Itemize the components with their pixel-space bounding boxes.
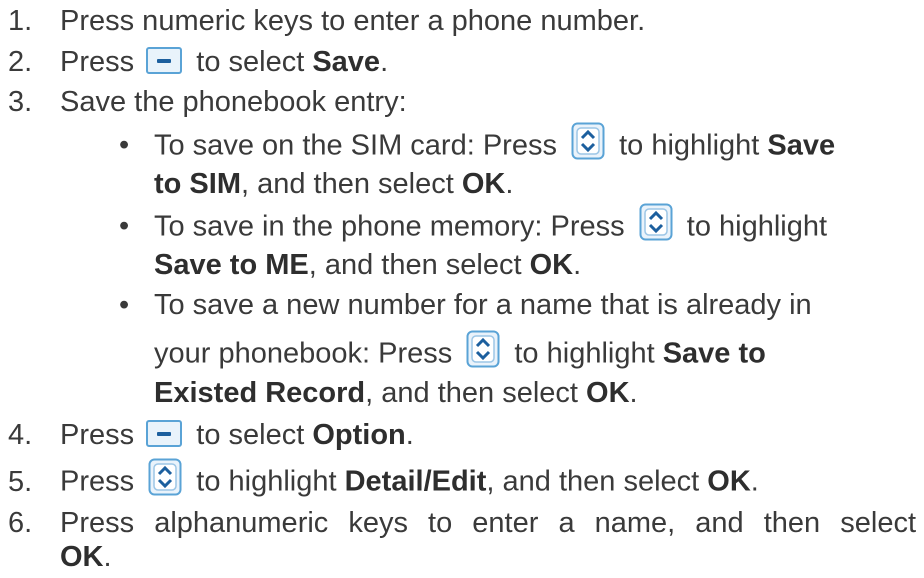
- step-1: 1. Press numeric keys to enter a phone nu…: [8, 4, 645, 38]
- bullet-bold-text: OK: [529, 249, 574, 281]
- step-bold-text: Detail/Edit: [344, 465, 487, 498]
- bullet-2-continued: Save to ME, and then select OK.: [154, 248, 581, 282]
- step-text: Press numeric keys to enter a phone numb…: [60, 5, 646, 37]
- bullet-text: To save a new number for a name that is …: [154, 289, 812, 321]
- bullet-bold-text: Save: [767, 129, 836, 162]
- bullet-text: to highlight: [686, 210, 828, 243]
- bullet-text: .: [573, 249, 582, 281]
- step-number: 1.: [8, 5, 33, 37]
- bullet-text: your phonebook: Press: [154, 337, 453, 370]
- nav-key-icon: [148, 458, 182, 496]
- bullet-text: to highlight: [619, 129, 768, 162]
- step-text: to select: [196, 46, 313, 78]
- bullet-text: to highlight: [514, 337, 663, 370]
- step-text: Save the phonebook entry:: [60, 86, 407, 118]
- soft-key-icon: [146, 419, 183, 447]
- bullet-text: , and then select: [308, 249, 530, 281]
- step-bold-text: OK: [707, 465, 751, 498]
- soft-key-icon: [146, 46, 183, 74]
- bullet-text: .: [629, 377, 638, 409]
- step-text: .: [750, 465, 759, 498]
- bullet-mark: •: [119, 289, 130, 321]
- step-text: .: [380, 46, 389, 78]
- step-number: 3.: [8, 86, 33, 118]
- step-6: 6. Press alphanumeric keys to enter a nam…: [8, 506, 916, 540]
- bullet-3-line-2: your phonebook: Press to highlight Save …: [154, 330, 766, 374]
- bullet-bold-text: OK: [586, 377, 630, 409]
- bullet-1-continued: to SIM, and then select OK.: [154, 167, 513, 201]
- step-text: to highlight: [196, 465, 345, 498]
- bullet-bold-text: Save to ME: [154, 249, 309, 281]
- step-text: .: [103, 541, 112, 573]
- bullet-text: .: [505, 168, 514, 200]
- bullet-bold-text: OK: [461, 168, 506, 200]
- step-text: .: [405, 419, 414, 451]
- step-6-continued: OK.: [60, 540, 112, 574]
- nav-key-icon: [571, 122, 605, 160]
- nav-key-icon: [639, 203, 673, 241]
- bullet-bold-text: Save to: [662, 337, 766, 370]
- bullet-mark: •: [119, 129, 130, 161]
- bullet-bold-text: Existed Record: [154, 377, 366, 409]
- nav-key-icon: [466, 330, 500, 368]
- bullet-text: To save in the phone memory: Press: [154, 210, 625, 243]
- step-number: 6.: [8, 507, 33, 539]
- bullet-text: , and then select: [365, 377, 587, 409]
- bullet-mark: •: [119, 210, 130, 242]
- step-number: 4.: [8, 419, 33, 451]
- step-text: Press: [60, 465, 135, 498]
- step-text: , and then select: [486, 465, 708, 498]
- step-3: 3. Save the phonebook entry:: [8, 85, 407, 119]
- step-number: 2.: [8, 46, 33, 78]
- bullet-text: To save on the SIM card: Press: [154, 129, 557, 162]
- step-5: 5. Press to highlight Detail/Edit, and th…: [8, 458, 759, 502]
- step-4: 4. Press to select Option.: [8, 418, 414, 452]
- step-bold-text: Option: [312, 419, 406, 451]
- step-text: Press: [60, 419, 135, 451]
- step-2: 2. Press to select Save.: [8, 45, 388, 79]
- bullet-text: , and then select: [241, 168, 462, 200]
- step-text: Press: [60, 46, 135, 78]
- step-bold-text: Save: [312, 46, 381, 78]
- step-bold-text: OK: [60, 541, 104, 573]
- bullet-3-line-3: Existed Record, and then select OK.: [154, 376, 638, 410]
- step-text: Press alphanumeric keys to enter a name,…: [60, 507, 916, 539]
- step-text: to select: [196, 419, 313, 451]
- step-number: 5.: [8, 465, 33, 498]
- bullet-bold-text: to SIM: [154, 168, 241, 200]
